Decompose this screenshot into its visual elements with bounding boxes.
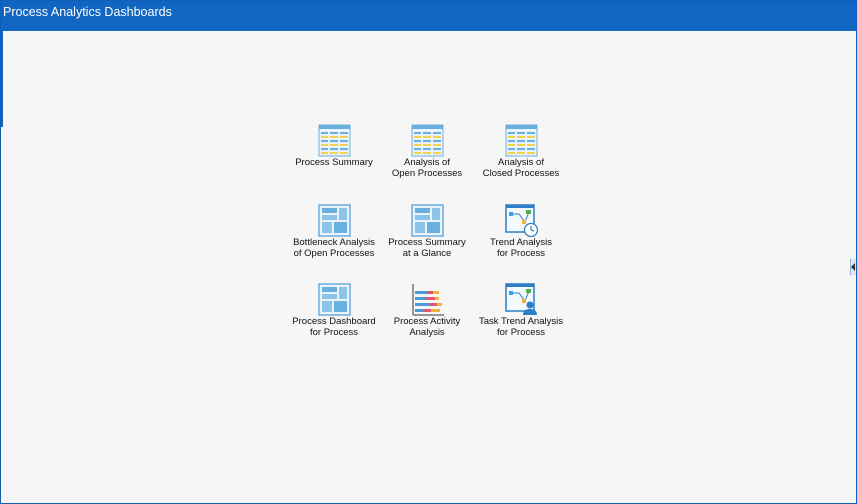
tile-task-trend-analysis-for-process[interactable]: Task Trend Analysis for Process <box>471 283 571 353</box>
dashboard-window: Process Analytics Dashboards Process Sum… <box>0 0 857 504</box>
table-report-icon <box>411 124 444 157</box>
collapse-panel-handle[interactable] <box>850 259 856 275</box>
trend-clock-icon <box>505 204 539 238</box>
tile-trend-analysis-for-process[interactable]: Trend Analysis for Process <box>471 204 571 274</box>
dashboard-layout-icon <box>318 204 351 237</box>
table-report-icon <box>505 124 538 157</box>
title-bar: Process Analytics Dashboards <box>1 1 856 31</box>
window-title: Process Analytics Dashboards <box>3 5 172 19</box>
tile-label: Trend Analysis for Process <box>490 237 552 259</box>
dashboard-layout-icon <box>411 204 444 237</box>
bar-chart-icon <box>411 283 444 316</box>
dashboard-layout-icon <box>318 283 351 316</box>
left-accent-line <box>1 31 3 127</box>
tile-label: Analysis of Closed Processes <box>482 157 560 179</box>
tile-label: Task Trend Analysis for Process <box>479 316 563 338</box>
table-report-icon <box>318 124 351 157</box>
tile-analysis-of-closed-processes[interactable]: Analysis of Closed Processes <box>471 124 571 194</box>
trend-user-icon <box>505 283 538 316</box>
chevron-left-icon <box>851 263 855 271</box>
